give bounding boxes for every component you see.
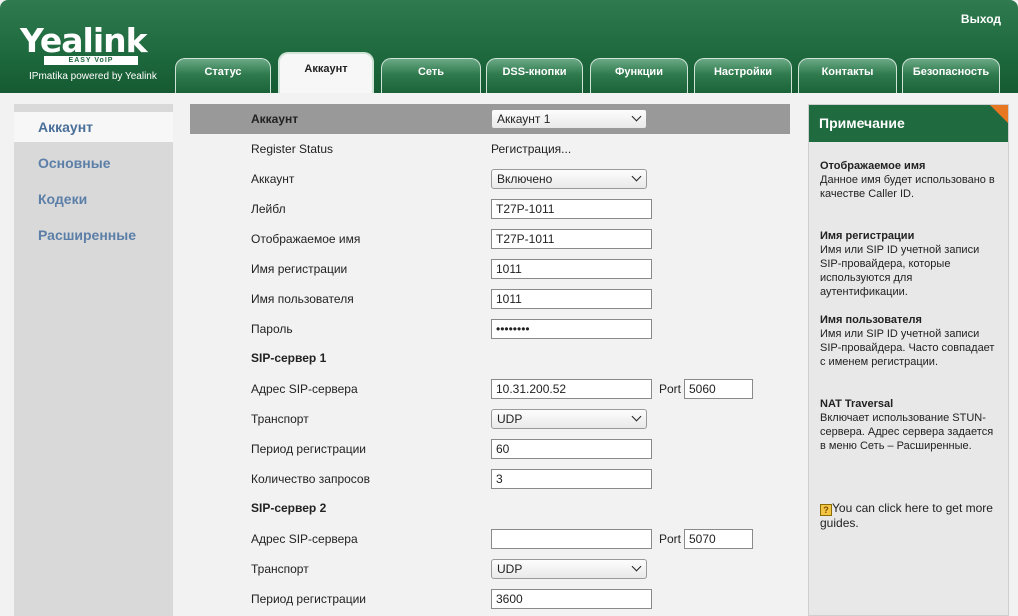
note-title: Примечание xyxy=(809,105,1008,142)
account-select[interactable]: Аккаунт 1 xyxy=(491,109,647,129)
register-status-value: Регистрация... xyxy=(491,142,572,156)
note-text: Имя или SIP ID учетной записи SIP-провай… xyxy=(820,328,995,368)
more-guides-text: You can click here to get more guides. xyxy=(820,501,993,530)
sip2-transport-value: UDP xyxy=(497,562,523,576)
sip1-address-input[interactable]: 10.31.200.52 xyxy=(491,379,652,399)
chevron-down-icon xyxy=(631,111,642,122)
left-sidebar xyxy=(14,104,173,616)
sip1-transport-select[interactable]: UDP xyxy=(491,409,647,429)
note-text: Имя или SIP ID учетной записи SIP-провай… xyxy=(820,244,980,298)
yealink-logo: Yealink xyxy=(20,21,148,60)
note-text: Данное имя будет использовано в качестве… xyxy=(820,174,995,200)
account-select-value: Аккаунт 1 xyxy=(497,112,551,126)
note-heading: Имя регистрации xyxy=(820,230,915,242)
sip1-transport-value: UDP xyxy=(497,412,523,426)
note-heading: NAT Traversal xyxy=(820,398,894,410)
tab-contacts[interactable]: Контакты xyxy=(798,58,897,93)
display-name-input[interactable]: T27P-1011 xyxy=(491,229,652,249)
logout-link[interactable]: Выход xyxy=(961,12,1001,26)
register-name-label: Имя регистрации xyxy=(251,262,348,276)
sip2-port-label: Port xyxy=(659,532,682,546)
sip2-period-input[interactable]: 3600 xyxy=(491,589,652,609)
note-section-user-name: Имя пользователя Имя или SIP ID учетной … xyxy=(820,313,1002,369)
sip2-transport-select[interactable]: UDP xyxy=(491,559,647,579)
help-icon: ? xyxy=(820,504,832,516)
chevron-down-icon xyxy=(631,561,642,572)
sip1-address-label: Адрес SIP-сервера xyxy=(251,382,358,396)
note-section-nat-traversal: NAT Traversal Включает использование STU… xyxy=(820,397,1002,453)
note-section-display-name: Отображаемое имя Данное имя будет исполь… xyxy=(820,159,1002,201)
account-enabled-value: Включено xyxy=(497,172,553,186)
sip2-address-label: Адрес SIP-сервера xyxy=(251,532,358,546)
top-header: Yealink EASY VoIP IPmatika powered by Ye… xyxy=(0,0,1018,93)
tab-features[interactable]: Функции xyxy=(590,58,688,93)
tab-account[interactable]: Аккаунт xyxy=(278,52,374,93)
more-guides-link[interactable]: ? You can click here to get more guides. xyxy=(820,501,1002,531)
sidebar-item-basic[interactable]: Основные xyxy=(38,155,111,171)
note-text: Включает использование STUN-сервера. Адр… xyxy=(820,412,994,452)
sip1-transport-label: Транспорт xyxy=(251,412,309,426)
display-name-label: Отображаемое имя xyxy=(251,232,361,246)
tab-dss-keys[interactable]: DSS-кнопки xyxy=(486,58,583,93)
note-heading: Отображаемое имя xyxy=(820,160,926,172)
tab-status[interactable]: Статус xyxy=(175,58,271,93)
tab-network[interactable]: Сеть xyxy=(381,58,481,93)
note-corner-decoration xyxy=(990,105,1008,123)
note-section-register-name: Имя регистрации Имя или SIP ID учетной з… xyxy=(820,229,1002,299)
label-input[interactable]: T27P-1011 xyxy=(491,199,652,219)
sip1-retries-label: Количество запросов xyxy=(251,472,370,486)
account-form: Аккаунт Аккаунт 1 Register Status Регист… xyxy=(190,104,790,616)
sip-server-2-title: SIP-сервер 2 xyxy=(251,501,327,515)
account-select-label: Аккаунт xyxy=(251,112,299,126)
sip2-port-input[interactable]: 5070 xyxy=(684,529,753,549)
sip1-period-label: Период регистрации xyxy=(251,442,366,456)
note-heading: Имя пользователя xyxy=(820,314,922,326)
chevron-down-icon xyxy=(631,171,642,182)
tab-security[interactable]: Безопасность xyxy=(902,58,1000,93)
sip1-period-input[interactable]: 60 xyxy=(491,439,652,459)
password-input[interactable]: •••••••• xyxy=(491,319,652,339)
account-enabled-select[interactable]: Включено xyxy=(491,169,647,189)
logo-tagline: EASY VoIP xyxy=(44,56,138,65)
register-name-input[interactable]: 1011 xyxy=(491,259,652,279)
tab-settings[interactable]: Настройки xyxy=(694,58,792,93)
sidebar-item-advanced[interactable]: Расширенные xyxy=(38,227,136,243)
password-label: Пароль xyxy=(251,322,293,336)
account-enabled-label: Аккаунт xyxy=(251,172,295,186)
user-name-input[interactable]: 1011 xyxy=(491,289,652,309)
sip2-period-label: Период регистрации xyxy=(251,592,366,606)
user-name-label: Имя пользователя xyxy=(251,292,354,306)
powered-by-text: IPmatika powered by Yealink xyxy=(29,71,157,82)
note-panel: Примечание Отображаемое имя Данное имя б… xyxy=(808,104,1009,616)
sip1-port-input[interactable]: 5060 xyxy=(684,379,753,399)
label-field-label: Лейбл xyxy=(251,202,286,216)
register-status-label: Register Status xyxy=(251,142,334,156)
sip2-address-input[interactable] xyxy=(491,529,652,549)
sip1-retries-input[interactable]: 3 xyxy=(491,469,652,489)
sip2-transport-label: Транспорт xyxy=(251,562,309,576)
sip-server-1-title: SIP-сервер 1 xyxy=(251,351,327,365)
sidebar-item-codecs[interactable]: Кодеки xyxy=(38,191,87,207)
chevron-down-icon xyxy=(631,411,642,422)
sip1-port-label: Port xyxy=(659,382,682,396)
sidebar-item-account[interactable]: Аккаунт xyxy=(14,112,173,142)
